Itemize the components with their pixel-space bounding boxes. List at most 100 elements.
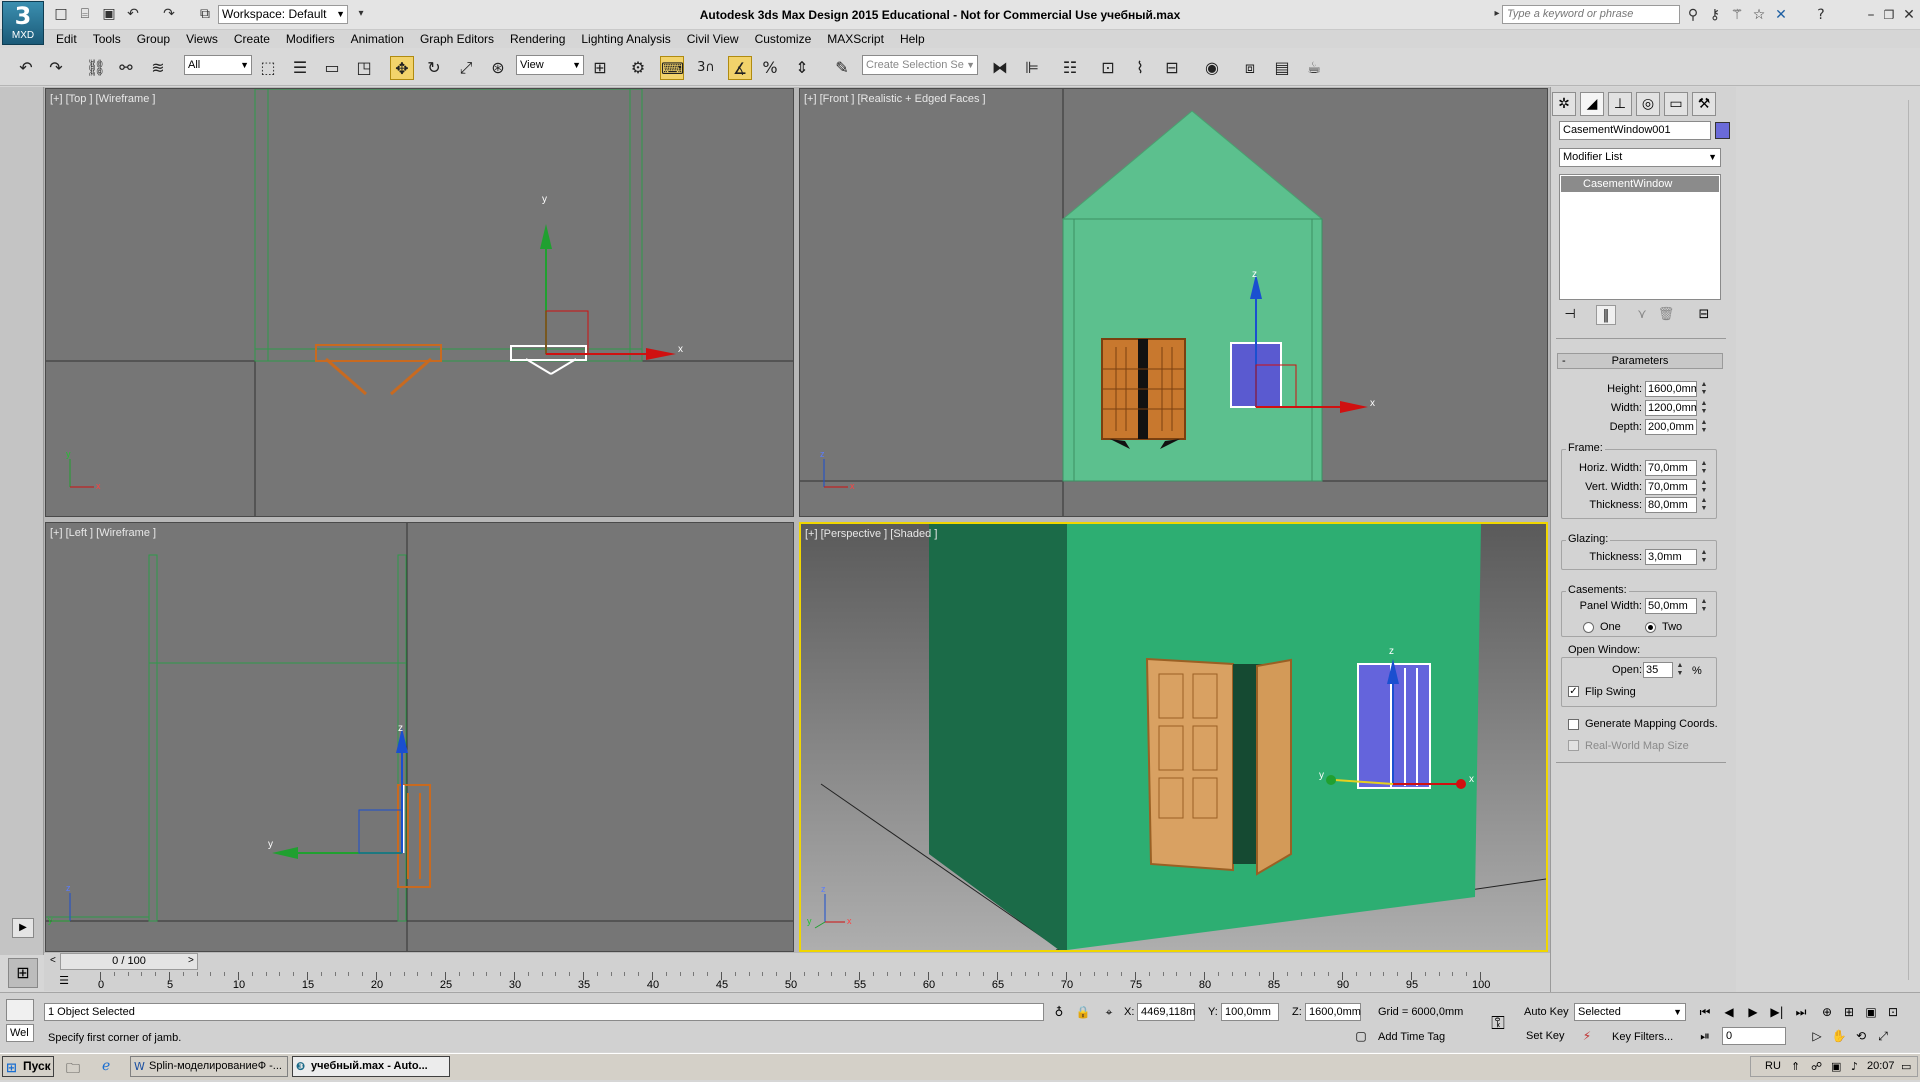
viewport-left-label[interactable]: [+] [Left ] [Wireframe ]	[50, 527, 156, 539]
field-of-view-icon[interactable]: ▷	[1806, 1027, 1828, 1045]
modifier-stack-item[interactable]: CasementWindow	[1561, 176, 1719, 192]
pivot-center-icon[interactable]: ⊞	[588, 56, 612, 80]
glazing-thickness-spinner[interactable]: 3,0mm	[1645, 549, 1697, 565]
viewport-layouts-icon[interactable]: ⊞	[8, 958, 38, 988]
start-button[interactable]: ⊞ Пуск	[2, 1056, 54, 1077]
taskbar-item-3dsmax[interactable]: ❸ учебный.max - Auto...	[292, 1056, 450, 1077]
tray-arrow-icon[interactable]: ⇑	[1791, 1057, 1800, 1076]
close-icon[interactable]: ✕	[1900, 6, 1918, 24]
viewport-front-label[interactable]: [+] [Front ] [Realistic + Edged Faces ]	[804, 93, 986, 105]
frame-thickness-spinner[interactable]: 80,0mm	[1645, 497, 1697, 513]
minimize-icon[interactable]: –	[1862, 6, 1880, 24]
mini-curve-editor-icon[interactable]: ☰	[56, 974, 72, 988]
play-icon[interactable]: ▶	[1742, 1003, 1764, 1021]
select-and-link-icon[interactable]: ⛓	[84, 56, 108, 80]
explorer-quicklaunch-icon[interactable]: 🗀	[66, 1058, 80, 1082]
viewport-perspective-label[interactable]: [+] [Perspective ] [Shaded ]	[805, 528, 937, 540]
previous-frame-icon[interactable]: ◀	[1718, 1003, 1740, 1021]
set-key-filters-icon[interactable]: ⚡	[1576, 1027, 1598, 1045]
flip-swing-checkbox[interactable]: ✓	[1568, 686, 1579, 697]
volume-icon[interactable]: ♪	[1851, 1057, 1858, 1076]
real-world-map-checkbox[interactable]	[1568, 740, 1579, 751]
time-ruler[interactable]: 0 5 10 15 20 25 30 35 40 45 50 55 60 65 70 75 80 85 90 95 10…	[80, 972, 1550, 992]
select-and-move-icon[interactable]: ✥	[390, 56, 414, 80]
time-slider[interactable]: 0 / 100	[60, 953, 198, 970]
spinner-snap-icon[interactable]: ⇕	[790, 56, 814, 80]
material-editor-icon[interactable]: ◉	[1200, 56, 1224, 80]
spinner-arrows-icon[interactable]: ▲ ▼	[1700, 460, 1708, 476]
favorites-star-icon[interactable]: ☆	[1750, 6, 1768, 24]
next-frame-icon[interactable]: ▶|	[1766, 1003, 1788, 1021]
select-and-place-icon[interactable]: ⊛	[486, 56, 510, 80]
time-tag-icon[interactable]: ▢	[1350, 1027, 1372, 1045]
network-icon[interactable]: ☍	[1811, 1057, 1822, 1076]
spinner-arrows-icon[interactable]: ▲ ▼	[1676, 662, 1684, 678]
width-spinner[interactable]: 1200,0mm	[1645, 400, 1697, 416]
binoculars-search-icon[interactable]: ⚲	[1684, 6, 1702, 24]
subscription-icon[interactable]: ⚷	[1706, 6, 1724, 24]
language-indicator[interactable]: RU	[1765, 1057, 1781, 1076]
time-next-icon[interactable]: >	[188, 955, 194, 966]
remove-modifier-icon[interactable]: 🗑	[1656, 305, 1676, 325]
menu-group[interactable]: Group	[129, 30, 178, 48]
keyboard-shortcut-override-icon[interactable]: ⌨	[660, 56, 684, 80]
zoom-extents-all-icon[interactable]: ⊡	[1882, 1003, 1904, 1021]
time-prev-icon[interactable]: <	[50, 955, 56, 966]
open-file-icon[interactable]: ⌸	[76, 5, 94, 23]
spinner-arrows-icon[interactable]: ▲ ▼	[1700, 400, 1708, 416]
undo-icon[interactable]: ↶	[124, 5, 142, 23]
workspace-dropdown[interactable]: Workspace: Default ▼	[218, 5, 348, 24]
display-icon[interactable]: ▣	[1831, 1057, 1841, 1076]
angle-snap-icon[interactable]: ∡	[728, 56, 752, 80]
redo-button-icon[interactable]: ↷	[44, 56, 68, 80]
y-coord-field[interactable]: 100,0mm	[1221, 1003, 1279, 1021]
key-filters-button[interactable]: Key Filters...	[1612, 1031, 1673, 1043]
make-unique-icon[interactable]: ⋎	[1632, 305, 1652, 325]
schematic-view-icon[interactable]: ⊟	[1160, 56, 1184, 80]
key-mode-dropdown[interactable]: Selected ▼	[1574, 1003, 1686, 1021]
snaps-toggle-icon[interactable]: 3∩	[694, 56, 718, 80]
utilities-tab-icon[interactable]: ⚒	[1692, 92, 1716, 116]
generate-mapping-checkbox[interactable]	[1568, 719, 1579, 730]
edit-named-selection-icon[interactable]: ✎	[830, 56, 854, 80]
new-file-icon[interactable]: □	[52, 5, 70, 23]
key-mode-toggle-icon[interactable]: ⏯	[1694, 1027, 1716, 1045]
selection-lock-icon[interactable]: 🔒	[1072, 1003, 1094, 1021]
menu-views[interactable]: Views	[178, 30, 226, 48]
hierarchy-tab-icon[interactable]: ⊥	[1608, 92, 1632, 116]
quick-access-customize-icon[interactable]: ▾	[352, 5, 370, 23]
menu-civil-view[interactable]: Civil View	[679, 30, 747, 48]
zoom-extents-icon[interactable]: ▣	[1860, 1003, 1882, 1021]
show-desktop-icon[interactable]: ▭	[1901, 1057, 1911, 1076]
vert-width-spinner[interactable]: 70,0mm	[1645, 479, 1697, 495]
panel-width-spinner[interactable]: 50,0mm	[1645, 598, 1697, 614]
selection-filter-dropdown[interactable]: All ▼	[184, 55, 252, 75]
isolate-selection-icon[interactable]: ♁	[1048, 1003, 1070, 1021]
height-spinner[interactable]: 1600,0mm	[1645, 381, 1697, 397]
menu-rendering[interactable]: Rendering	[502, 30, 573, 48]
spinner-arrows-icon[interactable]: ▲ ▼	[1700, 479, 1708, 495]
project-folder-icon[interactable]: ⧉	[196, 5, 214, 23]
menu-lighting-analysis[interactable]: Lighting Analysis	[573, 30, 678, 48]
menu-graph-editors[interactable]: Graph Editors	[412, 30, 502, 48]
parameters-rollout-header[interactable]: - Parameters	[1557, 353, 1723, 369]
x-coord-field[interactable]: 4469,118m	[1137, 1003, 1195, 1021]
object-color-swatch[interactable]	[1715, 122, 1730, 139]
menu-help[interactable]: Help	[892, 30, 933, 48]
menu-maxscript[interactable]: MAXScript	[819, 30, 892, 48]
z-coord-field[interactable]: 1600,0mm	[1305, 1003, 1361, 1021]
add-time-tag-button[interactable]: Add Time Tag	[1378, 1031, 1445, 1043]
curve-editor-icon[interactable]: ⌇	[1128, 56, 1152, 80]
help-icon[interactable]: ?	[1812, 6, 1830, 24]
exchange-icon[interactable]: ✕	[1772, 6, 1790, 24]
bind-to-space-warp-icon[interactable]: ≋	[146, 56, 170, 80]
depth-spinner[interactable]: 200,0mm	[1645, 419, 1697, 435]
viewport-front[interactable]: [+] [Front ] [Realistic + Edged Faces ] …	[799, 88, 1548, 517]
spinner-arrows-icon[interactable]: ▲ ▼	[1700, 381, 1708, 397]
percent-snap-icon[interactable]: %	[758, 56, 782, 80]
select-object-icon[interactable]: ⬚	[256, 56, 280, 80]
auto-key-button[interactable]: Auto Key	[1524, 1006, 1569, 1018]
menu-modifiers[interactable]: Modifiers	[278, 30, 343, 48]
select-and-rotate-icon[interactable]: ↻	[422, 56, 446, 80]
horiz-width-spinner[interactable]: 70,0mm	[1645, 460, 1697, 476]
